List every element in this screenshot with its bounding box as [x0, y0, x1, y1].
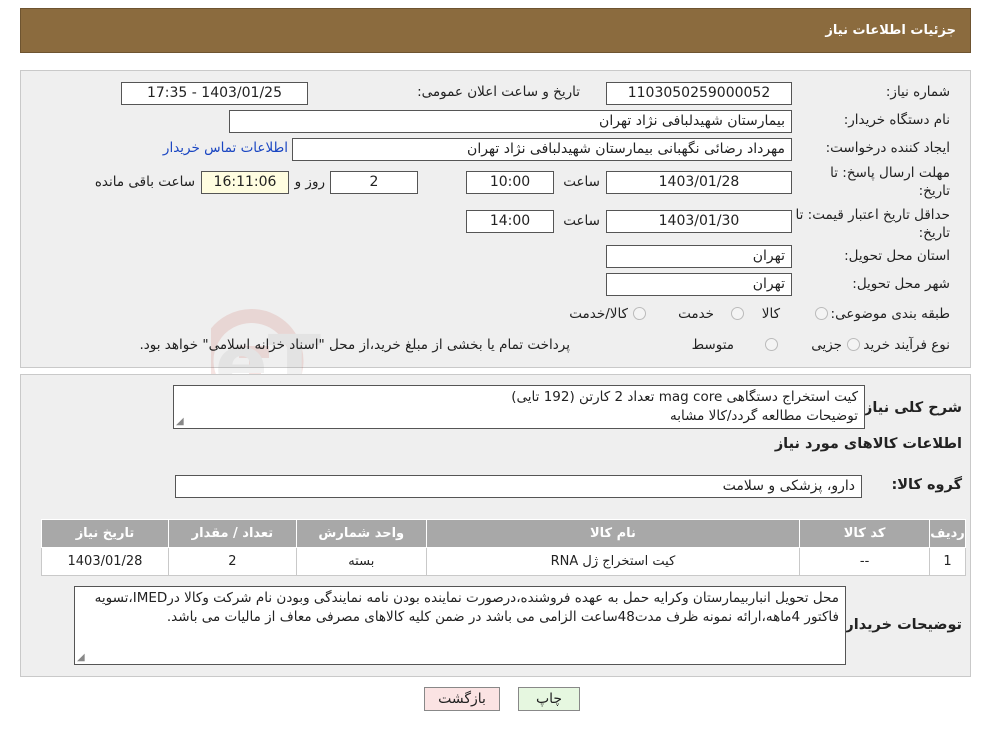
back-button[interactable]: بازگشت: [424, 687, 500, 711]
deadline-time-field: 10:00: [466, 171, 554, 194]
creator-label: ایجاد کننده درخواست:: [825, 140, 950, 156]
table-row: 1 -- کیت استخراج ژل RNA بسته 2 1403/01/2…: [41, 547, 966, 576]
validity-date-field: 1403/01/30: [606, 210, 792, 233]
process-radio-medium[interactable]: [765, 338, 778, 351]
need-number-field: 1103050259000052: [606, 82, 792, 105]
remaining-label: ساعت باقی مانده: [94, 174, 195, 190]
buyer-org-field: بیمارستان شهیدلبافی نژاد تهران: [229, 110, 792, 133]
buyer-notes-text: محل تحویل انباربیمارستان وکرایه حمل به ع…: [94, 590, 839, 625]
goods-group-field: دارو، پزشکی و سلامت: [175, 475, 862, 498]
process-radio-minor[interactable]: [847, 338, 860, 351]
process-option-medium: متوسط: [691, 337, 734, 353]
process-option-minor: جزیی: [811, 337, 842, 353]
buyer-org-label: نام دستگاه خریدار:: [843, 112, 950, 128]
page-title: جزئیات اطلاعات نیاز: [825, 23, 956, 38]
summary-line-2: توضیحات مطالعه گردد/کالا مشابه: [669, 408, 858, 424]
resize-grip-icon[interactable]: ◢: [176, 417, 184, 427]
table-header-row: ردیف کد کالا نام کالا واحد شمارش تعداد /…: [41, 519, 966, 548]
deadline-date-field: 1403/01/28: [606, 171, 792, 194]
goods-group-label: گروه کالا:: [891, 477, 962, 493]
deadline-label: مهلت ارسال پاسخ: تا: [830, 165, 950, 181]
cell-row-number: 1: [929, 547, 966, 576]
announce-field: 1403/01/25 - 17:35: [121, 82, 308, 105]
validity-time-field: 14:00: [466, 210, 554, 233]
cell-unit: بسته: [295, 547, 427, 576]
deadline-label-date: تاریخ:: [918, 183, 950, 199]
goods-table: ردیف کد کالا نام کالا واحد شمارش تعداد /…: [41, 519, 966, 576]
process-label: نوع فرآیند خرید :: [854, 337, 950, 353]
validity-time-label: ساعت: [563, 213, 600, 229]
announce-label: تاریخ و ساعت اعلان عمومی:: [417, 84, 580, 100]
goods-panel: شرح کلی نیاز: کیت استخراج دستگاهی mag co…: [20, 374, 971, 677]
category-option-goods-service: کالا/خدمت: [569, 306, 628, 322]
validity-label: حداقل تاریخ اعتبار قیمت: تا: [795, 207, 950, 223]
col-need-date: تاریخ نیاز: [41, 519, 169, 548]
category-radio-goods[interactable]: [815, 307, 828, 320]
col-item-name: نام کالا: [425, 519, 801, 548]
summary-field: کیت استخراج دستگاهی mag core تعداد 2 کار…: [173, 385, 865, 429]
days-field: 2: [330, 171, 418, 194]
summary-label: شرح کلی نیاز:: [858, 400, 962, 416]
col-unit: واحد شمارش: [295, 519, 427, 548]
deadline-time-label: ساعت: [563, 174, 600, 190]
col-quantity: تعداد / مقدار: [167, 519, 297, 548]
process-note: پرداخت تمام یا بخشی از مبلغ خرید،از محل …: [139, 337, 570, 353]
category-radio-service[interactable]: [731, 307, 744, 320]
cell-quantity: 2: [167, 547, 297, 576]
province-label: استان محل تحویل:: [844, 248, 950, 264]
category-option-service: خدمت: [678, 306, 714, 322]
need-details-panel: AriaTender.neT شماره نیاز: 1103050259000…: [20, 70, 971, 413]
category-radio-goods-service[interactable]: [633, 307, 646, 320]
creator-field: مهرداد رضائی نگهبانی بیمارستان شهیدلبافی…: [292, 138, 792, 161]
resize-grip-icon[interactable]: ◢: [77, 653, 85, 663]
buyer-contact-link[interactable]: اطلاعات تماس خریدار: [163, 140, 288, 156]
category-option-goods: کالا: [761, 306, 780, 322]
city-field: تهران: [606, 273, 792, 296]
page-header: جزئیات اطلاعات نیاز: [20, 8, 971, 53]
col-row-number: ردیف: [929, 519, 966, 548]
validity-label-date: تاریخ:: [918, 225, 950, 241]
goods-section-title: اطلاعات کالاهای مورد نیاز: [774, 436, 962, 452]
city-label: شهر محل تحویل:: [852, 276, 950, 292]
days-label: روز و: [294, 174, 325, 190]
cell-item-name: کیت استخراج ژل RNA: [425, 547, 801, 576]
col-item-code: کد کالا: [799, 519, 931, 548]
cell-item-code: --: [799, 547, 931, 576]
print-button[interactable]: چاپ: [518, 687, 580, 711]
buyer-notes-label: توضیحات خریدار:: [839, 617, 962, 633]
need-number-label: شماره نیاز:: [885, 84, 950, 100]
summary-line-1: کیت استخراج دستگاهی mag core تعداد 2 کار…: [511, 389, 858, 405]
buyer-notes-field: محل تحویل انباربیمارستان وکرایه حمل به ع…: [74, 586, 846, 665]
category-label: طبقه بندی موضوعی:: [830, 306, 950, 322]
province-field: تهران: [606, 245, 792, 268]
remaining-time-field: 16:11:06: [201, 171, 289, 194]
cell-need-date: 1403/01/28: [41, 547, 169, 576]
